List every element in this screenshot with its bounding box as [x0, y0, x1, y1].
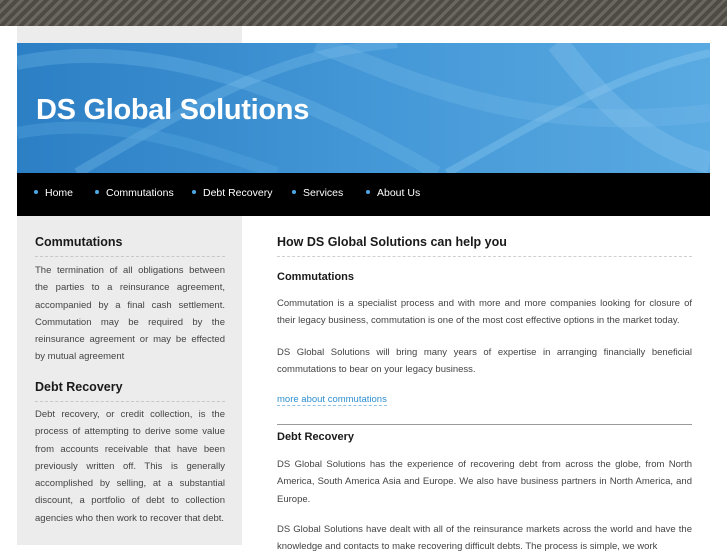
sidebar-text-debt-recovery: Debt recovery, or credit collection, is …: [35, 409, 225, 524]
nav-item-label: Debt Recovery: [203, 187, 273, 199]
nav-item-label: Home: [45, 187, 74, 199]
sidebar-heading-debt-recovery: Debt Recovery: [35, 380, 225, 402]
nav-item-label: About Us: [377, 187, 421, 199]
nav-item-services[interactable]: Services: [292, 187, 343, 199]
main-heading: How DS Global Solutions can help you: [277, 235, 692, 257]
commutations-title: Commutations: [277, 271, 354, 283]
sidebar-text-commutations: The termination of all obligations betwe…: [35, 265, 225, 363]
debt-recovery-title: Debt Recovery: [277, 431, 355, 443]
debt-recovery-paragraph-1: DS Global Solutions has the experience o…: [277, 459, 692, 505]
nav-item-label: Commutations: [106, 187, 174, 199]
nav-bullet-icon: [366, 190, 370, 195]
nav-item-home[interactable]: Home: [34, 187, 73, 199]
sidebar-heading-commutations: Commutations: [35, 235, 225, 257]
commutations-paragraph-1: Commutation is a specialist process and …: [277, 298, 692, 327]
more-about-commutations-link[interactable]: more about commutations: [277, 394, 387, 406]
nav-bullet-icon: [34, 190, 38, 195]
nav-bullet-icon: [95, 190, 99, 195]
site-header-banner: DS Global Solutions: [17, 43, 710, 173]
nav-item-debt-recovery[interactable]: Debt Recovery: [192, 187, 272, 199]
section-divider: [277, 424, 692, 425]
commutations-paragraph-2: DS Global Solutions will bring many year…: [277, 347, 692, 376]
top-pattern-strip: [0, 0, 727, 26]
nav-item-about-us[interactable]: About Us: [366, 187, 420, 199]
nav-bullet-icon: [292, 190, 296, 195]
nav-bullet-icon: [192, 190, 196, 195]
nav-item-commutations[interactable]: Commutations: [95, 187, 174, 199]
site-title: DS Global Solutions: [36, 94, 310, 126]
debt-recovery-paragraph-2: DS Global Solutions have dealt with all …: [277, 524, 692, 553]
main-nav: Home Commutations Debt Recovery Services…: [17, 173, 710, 216]
nav-item-label: Services: [303, 187, 344, 199]
